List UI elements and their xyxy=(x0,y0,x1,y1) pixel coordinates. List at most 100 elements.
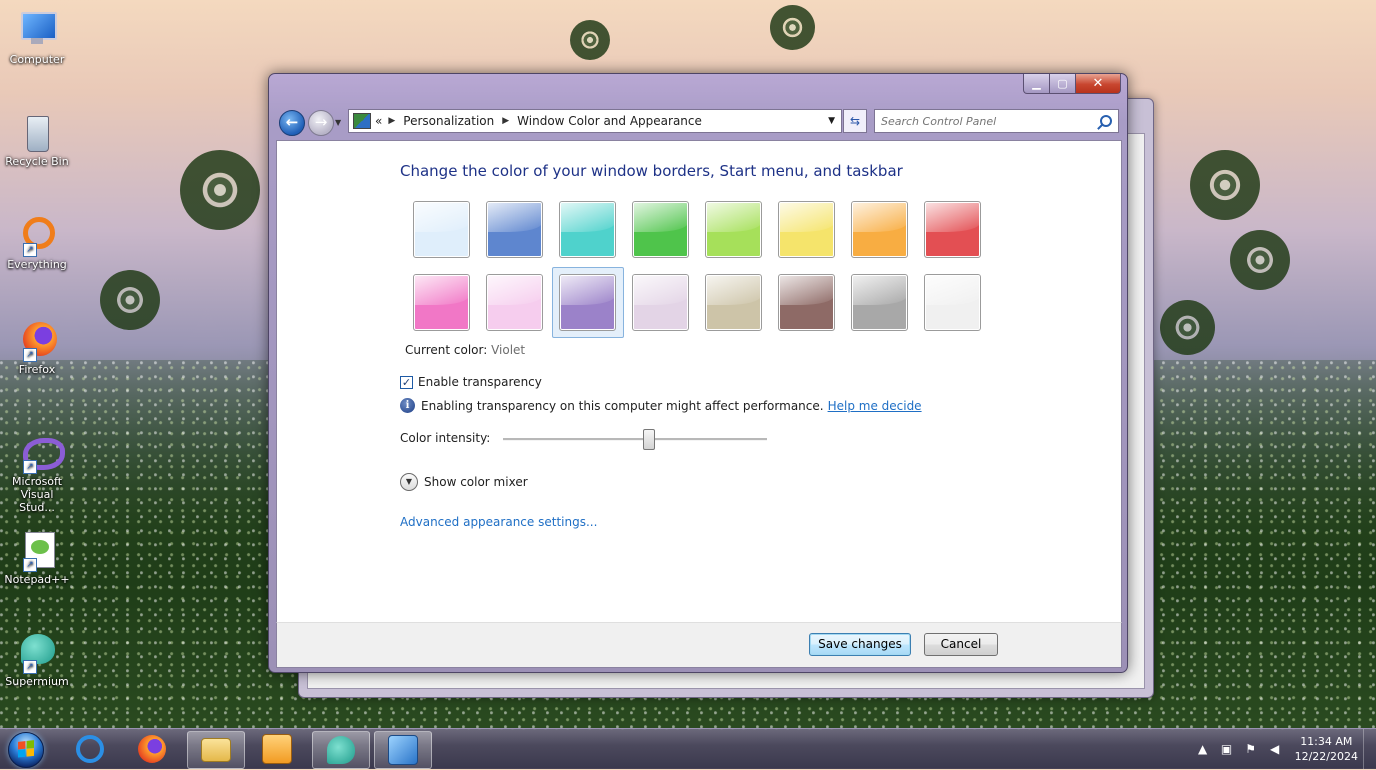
desktop-icon-computer[interactable]: Computer xyxy=(4,10,70,66)
show-color-mixer-label[interactable]: Show color mixer xyxy=(424,475,528,489)
color-intensity-slider-thumb[interactable] xyxy=(643,429,655,450)
color-swatch-tile[interactable] xyxy=(632,201,689,258)
taskbar-media-player[interactable] xyxy=(249,731,305,767)
color-swatch-lime[interactable] xyxy=(697,197,770,258)
search-icon[interactable] xyxy=(1100,115,1112,127)
windows-logo-icon xyxy=(8,732,44,768)
taskbar: ▲ ▣ ⚑ ◀ 11:34 AM 12/22/2024 xyxy=(0,728,1376,769)
color-swatch-ruby[interactable] xyxy=(916,197,989,258)
color-intensity-slider-track[interactable] xyxy=(503,438,767,441)
minimize-button[interactable]: ▁ xyxy=(1023,74,1050,94)
color-swatch-tangerine[interactable] xyxy=(843,197,916,258)
breadcrumb-window-color[interactable]: Window Color and Appearance xyxy=(515,114,704,128)
cancel-button[interactable]: Cancel xyxy=(924,633,998,656)
taskbar-file-explorer[interactable] xyxy=(187,731,245,769)
visual-studio-icon: ↗ xyxy=(17,432,65,474)
enable-transparency-checkbox[interactable]: ✓ xyxy=(400,375,413,389)
show-desktop-button[interactable] xyxy=(1363,729,1376,769)
action-center-flag-icon[interactable]: ⚑ xyxy=(1244,742,1258,756)
clock-date: 12/22/2024 xyxy=(1294,750,1358,763)
show-color-mixer-toggle[interactable]: ▼ Show color mixer xyxy=(400,473,528,491)
color-swatch-lemon[interactable] xyxy=(770,197,843,258)
color-swatch-tile[interactable] xyxy=(559,274,616,331)
color-swatch-frost[interactable] xyxy=(916,270,989,331)
desktop-icon-label: Supermium xyxy=(5,675,69,688)
taskbar-control-panel[interactable] xyxy=(374,731,432,769)
color-swatch-tile[interactable] xyxy=(924,274,981,331)
start-button[interactable] xyxy=(2,730,48,770)
color-swatch-sea[interactable] xyxy=(551,197,624,258)
show-hidden-icons-chevron-icon[interactable]: ▲ xyxy=(1196,742,1210,756)
taskbar-internet-explorer[interactable] xyxy=(62,731,118,767)
help-me-decide-link[interactable]: Help me decide xyxy=(828,399,922,413)
chevron-down-icon[interactable]: ▼ xyxy=(400,473,418,491)
desktop-icon-supermium[interactable]: ↗ Supermium xyxy=(4,632,70,688)
notification-area: ▲ ▣ ⚑ ◀ 11:34 AM 12/22/2024 xyxy=(1191,729,1376,769)
current-color-value: Violet xyxy=(491,343,526,357)
breadcrumb-separator-icon[interactable]: ▶ xyxy=(502,116,509,126)
color-swatch-taupe[interactable] xyxy=(697,270,770,331)
window-color-and-appearance-window: ▁ ▢ ✕ ← → ▼ « ▶ Personalization ▶ Window… xyxy=(268,73,1128,673)
close-button[interactable]: ✕ xyxy=(1076,74,1121,94)
maximize-button[interactable]: ▢ xyxy=(1050,74,1076,94)
color-swatch-tile[interactable] xyxy=(851,201,908,258)
desktop-icon-label: Computer xyxy=(9,53,65,66)
color-swatch-chocolate[interactable] xyxy=(770,270,843,331)
color-swatch-fuchsia[interactable] xyxy=(405,270,478,331)
color-swatch-tile[interactable] xyxy=(413,201,470,258)
color-swatch-sky[interactable] xyxy=(405,197,478,258)
search-input[interactable] xyxy=(875,113,1093,129)
color-swatch-tile[interactable] xyxy=(632,274,689,331)
media-player-icon xyxy=(262,734,292,764)
color-swatch-blush[interactable] xyxy=(478,270,551,331)
color-swatch-twilight[interactable] xyxy=(478,197,551,258)
control-panel-icon xyxy=(353,113,371,129)
color-swatch-tile[interactable] xyxy=(778,201,835,258)
desktop-icon-label: Everything xyxy=(7,258,67,271)
page-title: Change the color of your window borders,… xyxy=(400,162,903,180)
breadcrumb-overflow[interactable]: « xyxy=(375,114,382,128)
caption-buttons: ▁ ▢ ✕ xyxy=(1023,74,1121,94)
color-swatch-lavender[interactable] xyxy=(624,270,697,331)
desktop-icon-everything[interactable]: ↗ Everything xyxy=(4,215,70,271)
volume-muted-icon[interactable]: ◀ xyxy=(1268,742,1282,756)
color-swatch-tile[interactable] xyxy=(778,274,835,331)
recent-pages-dropdown[interactable]: ▼ xyxy=(335,118,341,127)
refresh-button[interactable]: ⇆ xyxy=(843,109,867,133)
forward-button[interactable]: → xyxy=(308,110,334,136)
color-swatch-tile[interactable] xyxy=(559,201,616,258)
enable-transparency-row[interactable]: ✓ Enable transparency xyxy=(400,375,542,389)
save-changes-button[interactable]: Save changes xyxy=(809,633,911,656)
taskbar-firefox[interactable] xyxy=(124,731,180,767)
back-button[interactable]: ← xyxy=(279,110,305,136)
internet-explorer-icon xyxy=(76,735,104,763)
taskbar-supermium[interactable] xyxy=(312,731,370,769)
color-swatch-tile[interactable] xyxy=(851,274,908,331)
color-swatch-tile[interactable] xyxy=(924,201,981,258)
color-swatch-tile[interactable] xyxy=(413,274,470,331)
color-swatch-tile[interactable] xyxy=(705,274,762,331)
desktop-icon-visual-studio[interactable]: ↗ Microsoft Visual Stud... xyxy=(4,432,70,514)
color-swatch-tile[interactable] xyxy=(705,201,762,258)
clock-time: 11:34 AM xyxy=(1300,735,1353,748)
desktop-icon-notepad-plus-plus[interactable]: ↗ Notepad++ xyxy=(4,530,70,586)
address-dropdown-icon[interactable]: ▼ xyxy=(828,116,835,126)
advanced-appearance-settings-link[interactable]: Advanced appearance settings... xyxy=(400,515,597,529)
color-swatch-slate[interactable] xyxy=(843,270,916,331)
clock[interactable]: 11:34 AM 12/22/2024 xyxy=(1295,734,1358,764)
enable-transparency-label[interactable]: Enable transparency xyxy=(418,375,542,389)
color-swatch-violet[interactable] xyxy=(551,267,624,338)
address-bar[interactable]: « ▶ Personalization ▶ Window Color and A… xyxy=(348,109,842,133)
color-swatch-leaf[interactable] xyxy=(624,197,697,258)
color-swatch-tile[interactable] xyxy=(486,274,543,331)
search-box[interactable] xyxy=(874,109,1119,133)
notepad-plus-plus-icon: ↗ xyxy=(17,530,57,572)
desktop-icon-label: Firefox xyxy=(18,363,56,376)
color-swatch-tile[interactable] xyxy=(486,201,543,258)
desktop-icon-recycle-bin[interactable]: Recycle Bin xyxy=(4,112,70,168)
breadcrumb-personalization[interactable]: Personalization xyxy=(401,114,496,128)
breadcrumb-separator-icon[interactable]: ▶ xyxy=(388,116,395,126)
color-swatch-grid xyxy=(405,197,989,338)
network-icon[interactable]: ▣ xyxy=(1220,742,1234,756)
desktop-icon-firefox[interactable]: ↗ Firefox xyxy=(4,320,70,376)
